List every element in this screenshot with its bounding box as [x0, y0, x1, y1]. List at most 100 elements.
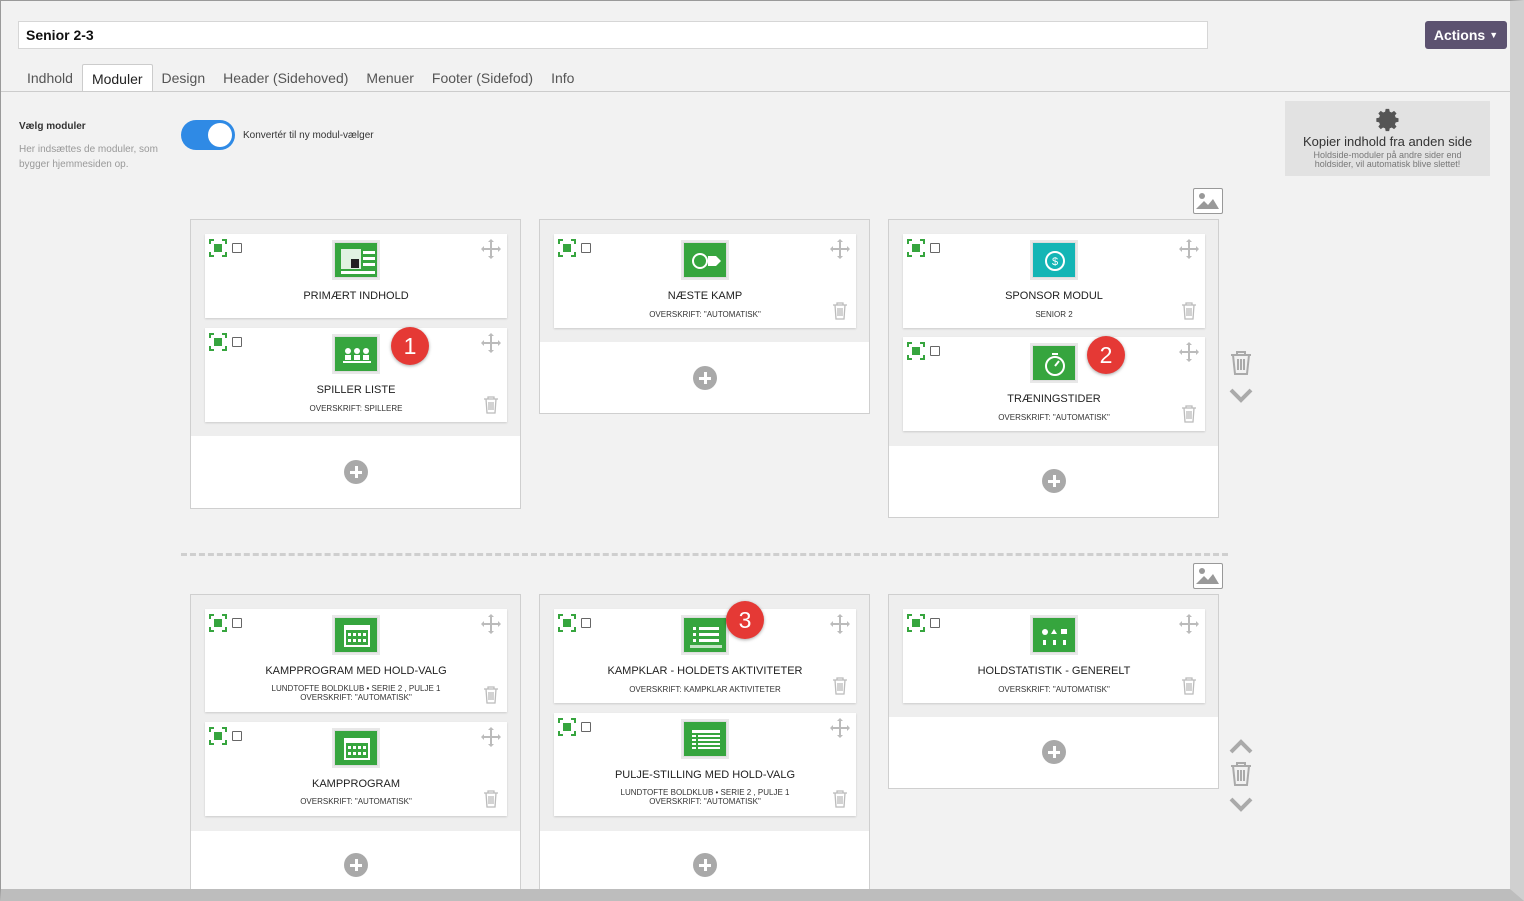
module-subtitle: SENIOR 2 — [1035, 310, 1073, 319]
module-card[interactable]: NÆSTE KAMP OVERSKRIFT: "AUTOMATISK" — [554, 234, 856, 328]
trash-icon[interactable] — [832, 677, 848, 695]
copy-box-subtitle: Holdside-moduler på andre sider end hold… — [1313, 150, 1462, 169]
trash-icon[interactable] — [832, 302, 848, 320]
module-name: PRIMÆRT INDHOLD — [303, 290, 409, 302]
row-background-image-icon[interactable] — [1193, 188, 1223, 214]
trash-icon[interactable] — [483, 790, 499, 808]
tab-info[interactable]: Info — [542, 64, 583, 92]
module-subtitle: LUNDTOFTE BOLDKLUB • SERIE 2 , PULJE 1 — [271, 684, 441, 693]
module-card[interactable]: KAMPPROGRAM MED HOLD-VALG LUNDTOFTE BOLD… — [205, 609, 507, 712]
tab-header[interactable]: Header (Sidehoved) — [214, 64, 357, 92]
trash-icon[interactable] — [832, 790, 848, 808]
add-module-button[interactable] — [1042, 469, 1066, 493]
move-row-up-icon[interactable] — [1228, 734, 1254, 760]
select-frame-icon — [907, 239, 925, 257]
player-list-icon — [334, 336, 378, 372]
module-name: SPILLER LISTE — [316, 384, 396, 396]
select-frame-icon — [209, 727, 227, 745]
delete-row-trash-icon[interactable] — [1228, 350, 1254, 376]
add-module-button[interactable] — [693, 366, 717, 390]
page-title-input[interactable]: Senior 2-3 — [18, 21, 1208, 49]
module-subtitle-2: OVERSKRIFT: "AUTOMATISK" — [300, 693, 412, 702]
move-arrows-icon[interactable] — [829, 717, 851, 739]
module-subtitle: LUNDTOFTE BOLDKLUB • SERIE 2 , PULJE 1 — [620, 788, 790, 797]
scrollbar-thumb[interactable] — [1513, 15, 1521, 595]
primary-content-icon — [334, 242, 378, 278]
move-row-down-icon[interactable] — [1228, 791, 1254, 817]
module-card[interactable]: PULJE-STILLING MED HOLD-VALG LUNDTOFTE B… — [554, 713, 856, 816]
activity-list-icon — [683, 617, 727, 653]
tab-design[interactable]: Design — [153, 64, 215, 92]
select-frame-icon — [209, 333, 227, 351]
module-name: PULJE-STILLING MED HOLD-VALG — [614, 769, 796, 781]
copy-content-button[interactable]: Kopier indhold fra anden side Holdside-m… — [1285, 101, 1490, 176]
tab-indhold[interactable]: Indhold — [18, 64, 82, 92]
move-arrows-icon[interactable] — [1178, 341, 1200, 363]
module-card[interactable]: TRÆNINGSTIDER OVERSKRIFT: "AUTOMATISK" — [903, 337, 1205, 431]
tab-bar: Indhold Moduler Design Header (Sidehoved… — [18, 64, 583, 92]
move-arrows-icon[interactable] — [480, 238, 502, 260]
add-module-button[interactable] — [693, 853, 717, 877]
delete-row-trash-icon[interactable] — [1228, 761, 1254, 787]
module-checkbox[interactable] — [930, 346, 940, 356]
tab-menuer[interactable]: Menuer — [357, 64, 422, 92]
browser-frame: Senior 2-3 Actions ▼ Indhold Moduler Des… — [0, 0, 1524, 901]
row-background-image-icon[interactable] — [1193, 563, 1223, 589]
tab-underline — [1, 91, 1510, 92]
trash-icon[interactable] — [1181, 405, 1197, 423]
select-frame-icon — [907, 342, 925, 360]
module-checkbox[interactable] — [232, 731, 242, 741]
select-frame-icon — [558, 718, 576, 736]
module-picker-toggle[interactable] — [181, 120, 235, 150]
module-checkbox[interactable] — [930, 243, 940, 253]
tab-footer[interactable]: Footer (Sidefod) — [423, 64, 542, 92]
module-card[interactable]: KAMPPROGRAM OVERSKRIFT: "AUTOMATISK" — [205, 722, 507, 816]
module-name: NÆSTE KAMP — [667, 290, 743, 302]
module-name: KAMPPROGRAM — [311, 778, 400, 790]
move-row-down-icon[interactable] — [1228, 382, 1254, 408]
move-arrows-icon[interactable] — [1178, 238, 1200, 260]
module-checkbox[interactable] — [581, 618, 591, 628]
select-frame-icon — [209, 239, 227, 257]
move-arrows-icon[interactable] — [1178, 613, 1200, 635]
scrollbar[interactable] — [1511, 1, 1523, 891]
move-arrows-icon[interactable] — [480, 332, 502, 354]
stopwatch-icon — [1032, 345, 1076, 381]
module-card[interactable]: $ SPONSOR MODUL SENIOR 2 — [903, 234, 1205, 328]
tab-moduler[interactable]: Moduler — [81, 64, 153, 92]
move-arrows-icon[interactable] — [829, 613, 851, 635]
module-subtitle: OVERSKRIFT: "AUTOMATISK" — [998, 413, 1110, 422]
move-arrows-icon[interactable] — [480, 726, 502, 748]
module-checkbox[interactable] — [232, 337, 242, 347]
actions-button[interactable]: Actions ▼ — [1425, 21, 1507, 49]
module-column: KAMPPROGRAM MED HOLD-VALG LUNDTOFTE BOLD… — [190, 594, 521, 889]
module-card[interactable]: SPILLER LISTE OVERSKRIFT: SPILLERE — [205, 328, 507, 422]
module-name: KAMPPROGRAM MED HOLD-VALG — [265, 665, 447, 677]
module-card[interactable]: KAMPKLAR - HOLDETS AKTIVITETER OVERSKRIF… — [554, 609, 856, 703]
module-subtitle: OVERSKRIFT: "AUTOMATISK" — [998, 685, 1110, 694]
calendar-icon — [334, 617, 378, 653]
trash-icon[interactable] — [483, 686, 499, 704]
image-icon — [1196, 568, 1219, 584]
module-name: TRÆNINGSTIDER — [1007, 393, 1101, 405]
svg-text:$: $ — [1052, 256, 1058, 268]
module-checkbox[interactable] — [581, 243, 591, 253]
module-column: NÆSTE KAMP OVERSKRIFT: "AUTOMATISK" — [539, 219, 870, 414]
module-checkbox[interactable] — [232, 618, 242, 628]
module-checkbox[interactable] — [930, 618, 940, 628]
trash-icon[interactable] — [1181, 677, 1197, 695]
module-card[interactable]: PRIMÆRT INDHOLD — [205, 234, 507, 318]
module-card[interactable]: HOLDSTATISTIK - GENERELT OVERSKRIFT: "AU… — [903, 609, 1205, 703]
title-bar: Senior 2-3 Actions ▼ — [1, 1, 1510, 57]
move-arrows-icon[interactable] — [829, 238, 851, 260]
modules-label: Vælg moduler — [19, 121, 86, 132]
module-checkbox[interactable] — [581, 722, 591, 732]
add-module-button[interactable] — [344, 460, 368, 484]
add-module-button[interactable] — [1042, 740, 1066, 764]
add-module-button[interactable] — [344, 853, 368, 877]
trash-icon[interactable] — [483, 396, 499, 414]
row-divider — [181, 553, 1228, 556]
move-arrows-icon[interactable] — [480, 613, 502, 635]
trash-icon[interactable] — [1181, 302, 1197, 320]
module-checkbox[interactable] — [232, 243, 242, 253]
